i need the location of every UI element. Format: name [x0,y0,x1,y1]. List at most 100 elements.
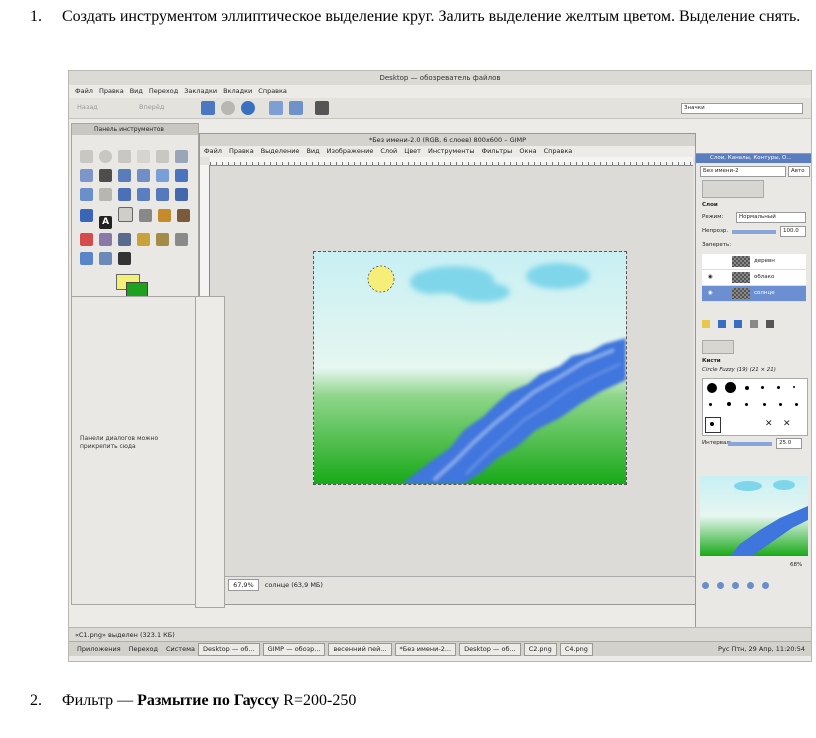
free-select-icon[interactable] [118,150,132,163]
paths-icon[interactable] [99,169,113,182]
measure-icon[interactable] [156,169,170,182]
heal-icon[interactable] [156,233,170,246]
forward-button[interactable]: Вперёд [139,103,164,111]
brush-item[interactable] [745,403,748,406]
reload-icon[interactable] [241,101,255,115]
fm-menu-item[interactable]: Закладки [184,87,217,95]
align-icon[interactable] [80,188,93,201]
bucket-fill-icon[interactable] [118,207,134,222]
brush-item[interactable] [793,386,795,388]
layer-row[interactable]: деревн [702,254,806,270]
brush-item[interactable] [707,383,717,393]
taskbar-task[interactable]: C2.png [523,642,557,656]
zoom-icon[interactable] [137,169,151,182]
duplicate-layer-icon[interactable] [750,320,759,328]
up-arrow-icon[interactable] [201,101,215,115]
flip-icon[interactable] [80,209,93,222]
brush-cross-icon[interactable]: ✕ [783,419,791,429]
dodge-burn-icon[interactable] [118,252,132,265]
brush-cross-icon[interactable]: ✕ [765,419,773,429]
brush-item[interactable] [795,403,798,406]
visibility-eye-icon[interactable]: ◉ [708,270,713,285]
rect-select-icon[interactable] [80,150,93,163]
visibility-eye-icon[interactable]: ◉ [708,286,713,301]
panel-menu-item[interactable]: Система [166,645,195,653]
eraser-icon[interactable] [80,233,93,246]
taskbar-task[interactable]: весенний пей... [328,642,392,656]
perspective-clone-icon[interactable] [175,233,189,246]
panel-menu-item[interactable]: Переход [129,645,158,653]
clone-icon[interactable] [137,233,151,246]
computer-icon[interactable] [289,101,303,115]
taskbar-task[interactable]: *Без имени-2... [394,642,457,656]
fm-menu-item[interactable]: Переход [149,87,178,95]
scissors-icon[interactable] [175,150,189,163]
zoom-window-icon[interactable] [762,582,770,589]
brush-item[interactable] [745,386,749,390]
zoom-fit-icon[interactable] [747,582,755,589]
image-canvas[interactable] [313,251,627,485]
move-icon[interactable] [175,169,189,182]
gimp-menu-item[interactable]: Вид [306,147,319,155]
ellipse-select-icon[interactable] [99,150,113,163]
stop-icon[interactable] [221,101,235,115]
zoom-in-icon[interactable] [717,582,725,589]
panel-menu-item[interactable]: Приложения [77,645,121,653]
pencil-icon[interactable] [158,209,172,222]
lower-layer-icon[interactable] [734,320,743,328]
taskbar-task[interactable]: Desktop — об... [197,642,260,656]
brush-tabs[interactable] [702,340,734,354]
airbrush-icon[interactable] [99,233,113,246]
navigator-preview[interactable] [700,476,808,556]
foreground-select-icon[interactable] [80,169,93,182]
ink-icon[interactable] [118,233,132,246]
zoom-100-icon[interactable] [732,582,740,589]
crop-icon[interactable] [99,188,113,201]
gimp-menu-item[interactable]: Изображение [327,147,374,155]
gimp-menu-item[interactable]: Инструменты [428,147,475,155]
paintbrush-icon[interactable] [177,209,191,222]
back-button[interactable]: Назад [77,103,98,111]
taskbar-task[interactable]: Desktop — об... [459,642,521,656]
fm-menu-item[interactable]: Файл [75,87,93,95]
image-select[interactable]: Без имени-2 [700,166,786,177]
brush-item[interactable] [709,403,712,406]
color-select-icon[interactable] [156,150,170,163]
brush-item[interactable] [727,402,731,406]
rotate-icon[interactable] [118,188,132,201]
brush-item[interactable] [725,382,736,393]
fm-menu-item[interactable]: Вид [130,87,143,95]
layer-row[interactable]: ◉ облако [702,270,806,286]
opacity-value[interactable]: 100.0 [780,226,806,237]
gimp-menu-item[interactable]: Фильтры [481,147,512,155]
home-icon[interactable] [269,101,283,115]
search-icon[interactable] [315,101,329,115]
brush-item[interactable] [761,386,764,389]
brush-grid[interactable]: ✕ ✕ [702,378,808,436]
perspective-icon[interactable] [175,188,189,201]
gimp-menu-item[interactable]: Справка [544,147,573,155]
blur-icon[interactable] [80,252,93,265]
fm-menu-item[interactable]: Вкладки [223,87,252,95]
auto-button[interactable]: Авто [788,166,810,177]
gimp-menu-item[interactable]: Файл [204,147,222,155]
zoom-select[interactable]: 67,9% [228,579,259,591]
fm-menu-item[interactable]: Справка [258,87,287,95]
color-picker-icon[interactable] [118,169,132,182]
gimp-menu-item[interactable]: Цвет [404,147,421,155]
fuzzy-select-icon[interactable] [137,150,151,163]
mode-select[interactable]: Нормальный [736,212,806,223]
gimp-menu-item[interactable]: Правка [229,147,254,155]
opacity-slider[interactable] [732,230,776,234]
spacing-value[interactable]: 25.0 [776,438,802,449]
gimp-menu-item[interactable]: Выделение [261,147,300,155]
layer-row-selected[interactable]: ◉ солнце [702,286,806,302]
scale-icon[interactable] [137,188,151,201]
text-tool-icon[interactable]: A [99,216,113,229]
smudge-icon[interactable] [99,252,113,265]
brush-item[interactable] [763,403,766,406]
raise-layer-icon[interactable] [718,320,727,328]
brush-item[interactable] [777,386,780,389]
gimp-menu-item[interactable]: Окна [519,147,536,155]
new-layer-icon[interactable] [702,320,710,328]
